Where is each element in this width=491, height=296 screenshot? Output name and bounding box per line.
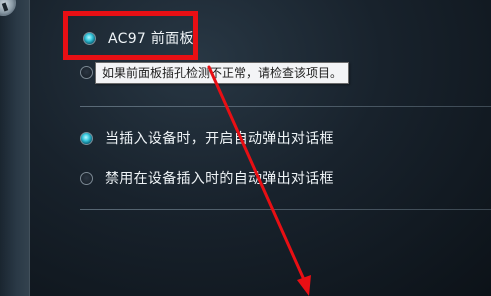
radio-unselected-icon[interactable] <box>80 66 93 79</box>
annotation-highlight-box <box>63 11 198 60</box>
divider <box>80 106 491 107</box>
left-panel-strip <box>0 0 30 296</box>
device-icon <box>0 0 16 16</box>
divider <box>80 209 491 210</box>
radio-unselected-icon[interactable] <box>80 171 93 185</box>
radio-second-option[interactable] <box>80 66 93 79</box>
tooltip: 如果前面板插孔检测不正常，请检查该项目。 <box>95 62 350 84</box>
radio-label-auto-popup: 当插入设备时，开启自动弹出对话框 <box>105 131 334 147</box>
radio-disable-popup-on-insert[interactable]: 禁用在设备插入时的自动弹出对话框 <box>80 168 334 188</box>
radio-label-disable-popup: 禁用在设备插入时的自动弹出对话框 <box>105 171 334 187</box>
radio-auto-popup-on-insert[interactable]: 当插入设备时，开启自动弹出对话框 <box>80 128 334 148</box>
radio-selected-icon[interactable] <box>80 131 93 145</box>
